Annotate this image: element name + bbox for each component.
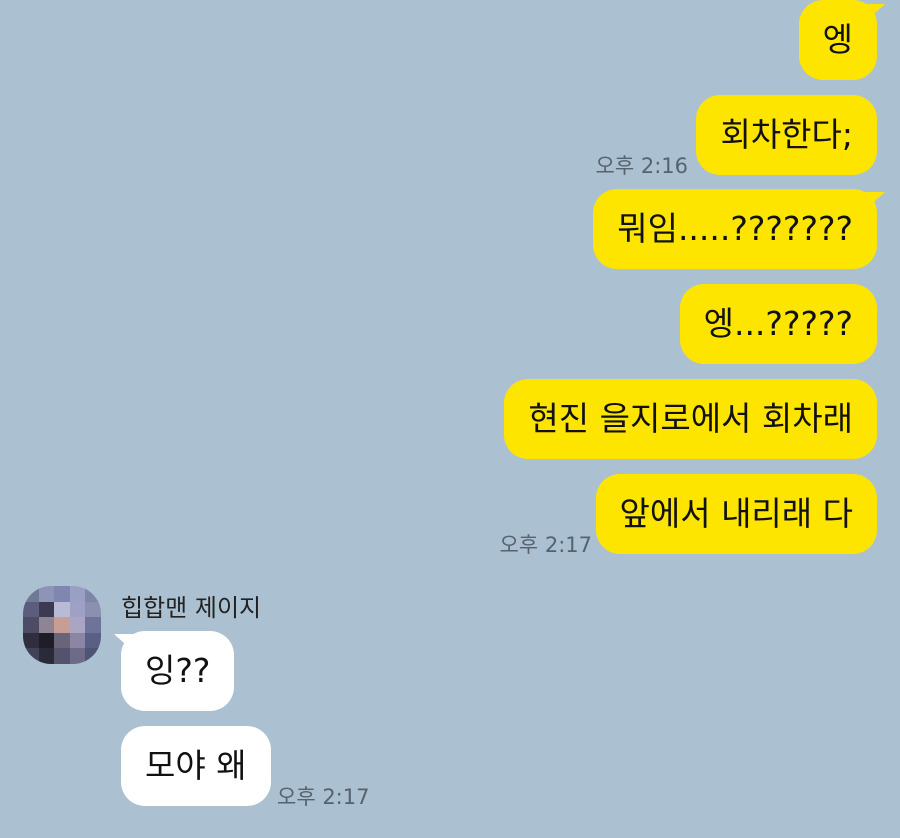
message-timestamp: 오후 2:16 [595, 154, 688, 178]
avatar[interactable] [23, 586, 101, 664]
sent-message-bubble[interactable]: 회차한다; [696, 95, 877, 175]
sent-message-bubble[interactable]: 엥 [798, 0, 877, 80]
received-message-bubble[interactable]: 모야 왜 [121, 726, 271, 806]
message-timestamp: 오후 2:17 [499, 533, 592, 557]
sent-message-bubble[interactable]: 현진 을지로에서 회차래 [504, 379, 877, 459]
received-message-bubble[interactable]: 잉?? [121, 631, 235, 711]
message-timestamp: 오후 2:17 [277, 785, 370, 809]
sent-message-bubble[interactable]: 뭐임.....??????? [593, 189, 877, 269]
sender-name: 힙합맨 제이지 [121, 594, 262, 622]
sent-message-bubble[interactable]: 앞에서 내리래 다 [595, 474, 877, 554]
sent-message-bubble[interactable]: 엥...????? [679, 284, 877, 364]
